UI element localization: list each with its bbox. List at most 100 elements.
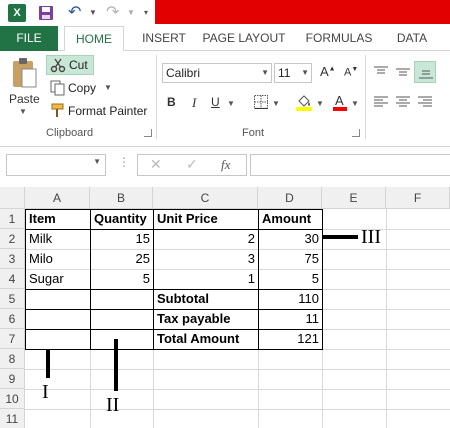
copy-dropdown-icon[interactable]: ▼	[104, 83, 112, 92]
font-launcher-icon[interactable]	[352, 129, 360, 137]
tab-page-layout[interactable]: PAGE LAYOUT	[200, 26, 288, 51]
cut-label: Cut	[69, 58, 88, 72]
tab-file[interactable]: FILE	[0, 26, 58, 51]
column-header-f[interactable]: F	[386, 187, 450, 209]
row-header-10[interactable]: 10	[0, 389, 25, 409]
formula-input[interactable]	[250, 154, 450, 176]
align-right-icon[interactable]	[417, 95, 433, 109]
align-center-icon[interactable]	[395, 95, 411, 109]
row-header-2[interactable]: 2	[0, 229, 25, 249]
item-name-cell[interactable]: Milo	[26, 249, 90, 269]
row-header-1[interactable]: 1	[0, 209, 25, 229]
row-header-7[interactable]: 7	[0, 329, 25, 349]
paste-icon[interactable]	[11, 57, 37, 89]
amount-cell[interactable]: 30	[259, 229, 322, 249]
font-family-select[interactable]: Calibri ▼	[162, 63, 272, 83]
underline-button[interactable]: U	[211, 95, 220, 109]
align-left-icon[interactable]	[373, 95, 389, 109]
row-header-11[interactable]: 11	[0, 409, 25, 428]
row-header-4[interactable]: 4	[0, 269, 25, 289]
tab-home[interactable]: HOME	[64, 26, 124, 52]
column-header-b[interactable]: B	[90, 187, 153, 209]
row-header-3[interactable]: 3	[0, 249, 25, 269]
select-all-corner[interactable]	[0, 187, 25, 209]
tab-insert[interactable]: INSERT	[136, 26, 192, 51]
column-header-c[interactable]: C	[153, 187, 258, 209]
tab-formulas[interactable]: FORMULAS	[302, 26, 376, 51]
decrease-font-size-icon[interactable]: A▼	[344, 66, 358, 79]
title-bar	[155, 0, 450, 24]
paste-dropdown-icon[interactable]: ▼	[19, 107, 27, 116]
row-header-8[interactable]: 8	[0, 349, 25, 369]
insert-function-icon[interactable]: fx	[221, 157, 230, 173]
column-header-d[interactable]: D	[258, 187, 322, 209]
cancel-icon[interactable]: ✕	[150, 156, 162, 173]
undo-dropdown-icon[interactable]: ▼	[89, 5, 97, 21]
tax-label-cell[interactable]: Tax payable	[154, 309, 258, 329]
formula-bar-grip-icon[interactable]: ⋮	[118, 155, 130, 169]
cut-button[interactable]: Cut	[46, 55, 94, 75]
italic-button[interactable]: I	[192, 95, 196, 111]
clipboard-launcher-icon[interactable]	[144, 129, 152, 137]
customize-toolbar-icon[interactable]: ▾	[144, 5, 148, 21]
copy-icon[interactable]	[50, 80, 66, 96]
gridline	[386, 209, 387, 428]
column-header-a[interactable]: A	[25, 187, 90, 209]
undo-icon[interactable]: ↶	[68, 4, 86, 22]
item-name-cell[interactable]: Milk	[26, 229, 90, 249]
row-header-6[interactable]: 6	[0, 309, 25, 329]
header-cell-item[interactable]: Item	[26, 209, 90, 229]
clipboard-group-label: Clipboard	[46, 127, 94, 139]
redo-dropdown-icon[interactable]: ▼	[127, 5, 135, 21]
font-size-select[interactable]: 11 ▼	[274, 63, 312, 83]
format-painter-icon[interactable]	[50, 103, 66, 119]
quantity-cell[interactable]: 25	[91, 249, 153, 269]
align-middle-icon[interactable]	[395, 65, 411, 79]
font-color-dropdown-icon[interactable]: ▼	[351, 99, 359, 108]
borders-dropdown-icon[interactable]: ▼	[272, 99, 280, 108]
align-bottom-button[interactable]	[414, 61, 436, 83]
bold-button[interactable]: B	[167, 95, 176, 109]
chevron-down-icon: ▼	[301, 68, 309, 77]
row-header-9[interactable]: 9	[0, 369, 25, 389]
fill-color-icon[interactable]	[295, 93, 313, 111]
amount-cell[interactable]: 5	[259, 269, 322, 289]
font-group-label: Font	[242, 127, 265, 139]
borders-icon[interactable]	[254, 95, 268, 109]
total-label-cell[interactable]: Total Amount	[154, 329, 258, 349]
enter-icon[interactable]: ✓	[186, 156, 198, 173]
row-header-5[interactable]: 5	[0, 289, 25, 309]
subtotal-label-cell[interactable]: Subtotal	[154, 289, 258, 309]
quantity-cell[interactable]: 15	[91, 229, 153, 249]
paste-button[interactable]: Paste	[9, 92, 40, 106]
tax-value-cell[interactable]: 11	[259, 309, 322, 329]
font-family-value: Calibri	[166, 66, 201, 80]
underline-dropdown-icon[interactable]: ▼	[227, 99, 235, 108]
increase-font-size-icon[interactable]: A▲	[320, 64, 336, 79]
formula-bar-buttons: ✕ ✓ fx	[137, 154, 247, 176]
save-icon[interactable]	[38, 5, 54, 21]
unit-price-cell[interactable]: 1	[154, 269, 258, 289]
total-value-cell[interactable]: 121	[259, 329, 322, 349]
quantity-cell[interactable]: 5	[91, 269, 153, 289]
header-cell-quantity[interactable]: Quantity	[91, 209, 153, 229]
unit-price-cell[interactable]: 2	[154, 229, 258, 249]
column-header-e[interactable]: E	[322, 187, 386, 209]
amount-cell[interactable]: 75	[259, 249, 322, 269]
unit-price-cell[interactable]: 3	[154, 249, 258, 269]
header-cell-unit-price[interactable]: Unit Price	[154, 209, 258, 229]
font-color-icon[interactable]: A	[333, 93, 347, 111]
copy-button[interactable]: Copy	[68, 81, 96, 95]
annotation-label-ii: II	[106, 394, 120, 416]
fill-color-dropdown-icon[interactable]: ▼	[316, 99, 324, 108]
align-top-icon[interactable]	[373, 65, 389, 79]
header-cell-amount[interactable]: Amount	[259, 209, 322, 229]
quick-access-toolbar: X ↶ ▼ ↷ ▼ ▾	[0, 0, 450, 26]
subtotal-value-cell[interactable]: 110	[259, 289, 322, 309]
item-name-cell[interactable]: Sugar	[26, 269, 90, 289]
redo-icon[interactable]: ↷	[106, 4, 124, 22]
table-border	[25, 349, 323, 350]
name-box[interactable]: ▼	[6, 154, 106, 176]
format-painter-button[interactable]: Format Painter	[68, 104, 147, 118]
tab-data[interactable]: DATA	[390, 26, 434, 51]
